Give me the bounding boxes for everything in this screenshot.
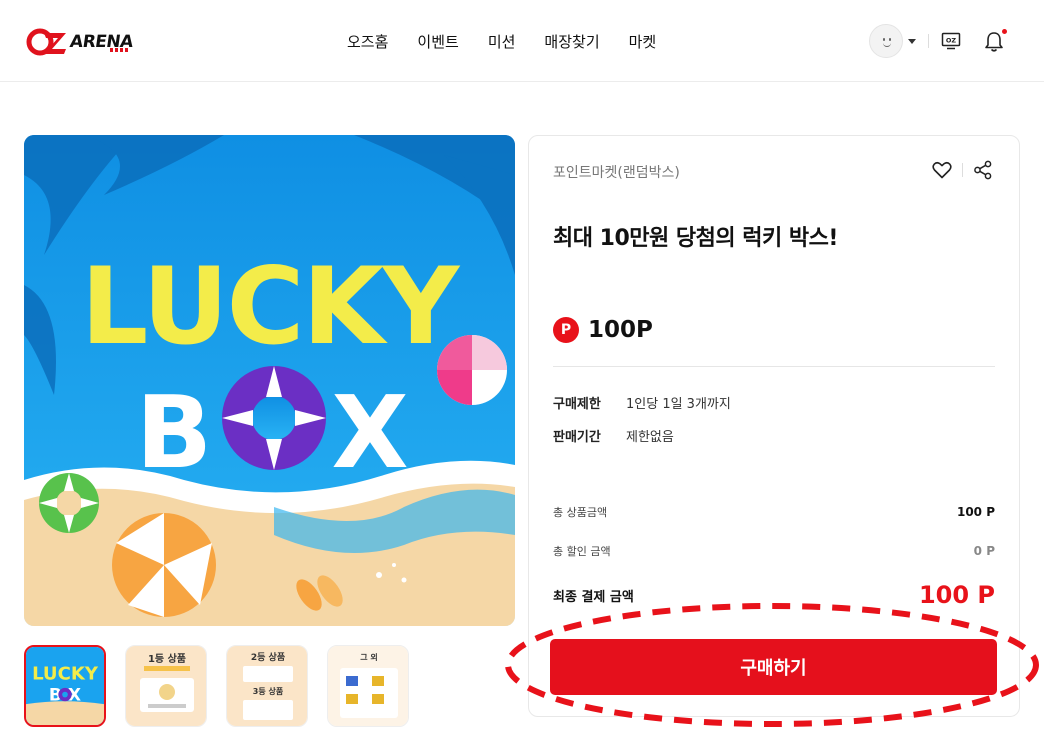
thumbnail-second-prize: 2등 상품 3등 상품 — [227, 646, 307, 726]
purchase-limit-value: 1인당 1일 3개까지 — [626, 397, 731, 412]
oz-tv-icon[interactable]: OZ — [941, 31, 961, 51]
final-amount-value: 100 P — [918, 581, 995, 609]
nav-mission[interactable]: 미션 — [488, 31, 516, 52]
profile-avatar[interactable] — [869, 24, 903, 58]
price-divider — [553, 366, 995, 367]
product-actions — [932, 160, 993, 180]
swim-ring-icon — [222, 366, 326, 470]
thumbnail-3[interactable]: 2등 상품 3등 상품 — [226, 645, 308, 727]
tv-label: OZ — [946, 37, 957, 45]
product-title: 최대 10만원 당첨의 럭키 박스! — [553, 226, 838, 251]
total-amount-row: 총 상품금액 100 P — [553, 504, 995, 520]
nav-market[interactable]: 마켓 — [629, 31, 657, 52]
main-nav: 오즈홈 이벤트 미션 매장찾기 마켓 — [347, 31, 656, 52]
discount-amount-value: 0 P — [973, 544, 995, 558]
svg-text:3등 상품: 3등 상품 — [253, 686, 284, 696]
nav-oz-home[interactable]: 오즈홈 — [347, 31, 388, 52]
product-info-panel: 포인트마켓(랜덤박스) 최대 10만원 당첨의 럭키 박스! P 100P 구매… — [528, 135, 1020, 717]
profile-dropdown-icon[interactable] — [908, 38, 916, 44]
header-actions: OZ — [869, 24, 1007, 58]
avatar-mouth — [883, 43, 891, 47]
beach-ball-icon — [437, 335, 507, 405]
purchase-limit-label: 구매제한 — [553, 397, 601, 412]
heart-icon[interactable] — [932, 161, 952, 179]
svg-text:그 외: 그 외 — [360, 652, 378, 662]
final-amount-row: 최종 결제 금액 100 P — [553, 581, 995, 609]
oz-arena-logo[interactable]: ARENA — [26, 26, 134, 58]
product-price: 100P — [588, 317, 653, 343]
svg-text:2등 상품: 2등 상품 — [251, 651, 285, 663]
point-icon: P — [553, 317, 579, 343]
discount-amount-label: 총 할인 금액 — [553, 545, 611, 558]
box-letter-b: B — [136, 374, 212, 491]
lucky-box-illustration: LUCKY B X — [24, 135, 515, 626]
total-amount-value: 100 P — [956, 505, 995, 519]
thumbnail-other-prizes: 그 외 — [328, 646, 408, 726]
thumbnail-2[interactable]: 1등 상품 — [125, 645, 207, 727]
thumbnail-strip: LUCKY B X 1등 상품 2등 상품 3등 상품 그 외 — [24, 645, 409, 727]
total-amount-label: 총 상품금액 — [553, 506, 608, 519]
thumbnail-4[interactable]: 그 외 — [327, 645, 409, 727]
purchase-limit-row: 구매제한 1인당 1일 3개까지 — [553, 393, 731, 412]
thumbnail-1[interactable]: LUCKY B X — [24, 645, 106, 727]
product-category: 포인트마켓(랜덤박스) — [553, 165, 680, 181]
nav-store-finder[interactable]: 매장찾기 — [544, 31, 599, 52]
thumbnail-first-prize: 1등 상품 — [126, 646, 206, 726]
discount-amount-row: 총 할인 금액 0 P — [553, 543, 995, 559]
top-header: ARENA 오즈홈 이벤트 미션 매장찾기 마켓 OZ — [0, 0, 1044, 82]
svg-text:LUCKY: LUCKY — [32, 663, 99, 684]
header-divider — [928, 34, 929, 48]
nav-event[interactable]: 이벤트 — [417, 31, 458, 52]
oz-logo-mark — [26, 28, 66, 56]
beach-umbrella-icon — [112, 513, 216, 617]
sale-period-value: 제한없음 — [626, 430, 674, 445]
avatar-eye — [889, 38, 891, 41]
avatar-eye — [883, 38, 885, 41]
notification-dot — [1002, 29, 1007, 34]
share-icon[interactable] — [973, 160, 993, 180]
final-amount-label: 최종 결제 금액 — [553, 589, 634, 605]
notification-button[interactable] — [983, 29, 1007, 53]
small-swim-ring-icon — [39, 473, 99, 533]
buy-button[interactable]: 구매하기 — [550, 639, 997, 695]
lucky-word: LUCKY — [81, 245, 461, 368]
price-row: P 100P — [553, 317, 653, 343]
actions-divider — [962, 163, 963, 177]
box-letter-x: X — [331, 374, 408, 491]
main-product-image: LUCKY B X — [24, 135, 515, 626]
logo-stripes — [110, 48, 130, 52]
sale-period-row: 판매기간 제한없음 — [553, 426, 674, 445]
svg-text:1등 상품: 1등 상품 — [148, 652, 186, 665]
sale-period-label: 판매기간 — [553, 430, 601, 445]
thumbnail-lucky-box: LUCKY B X — [26, 647, 104, 725]
